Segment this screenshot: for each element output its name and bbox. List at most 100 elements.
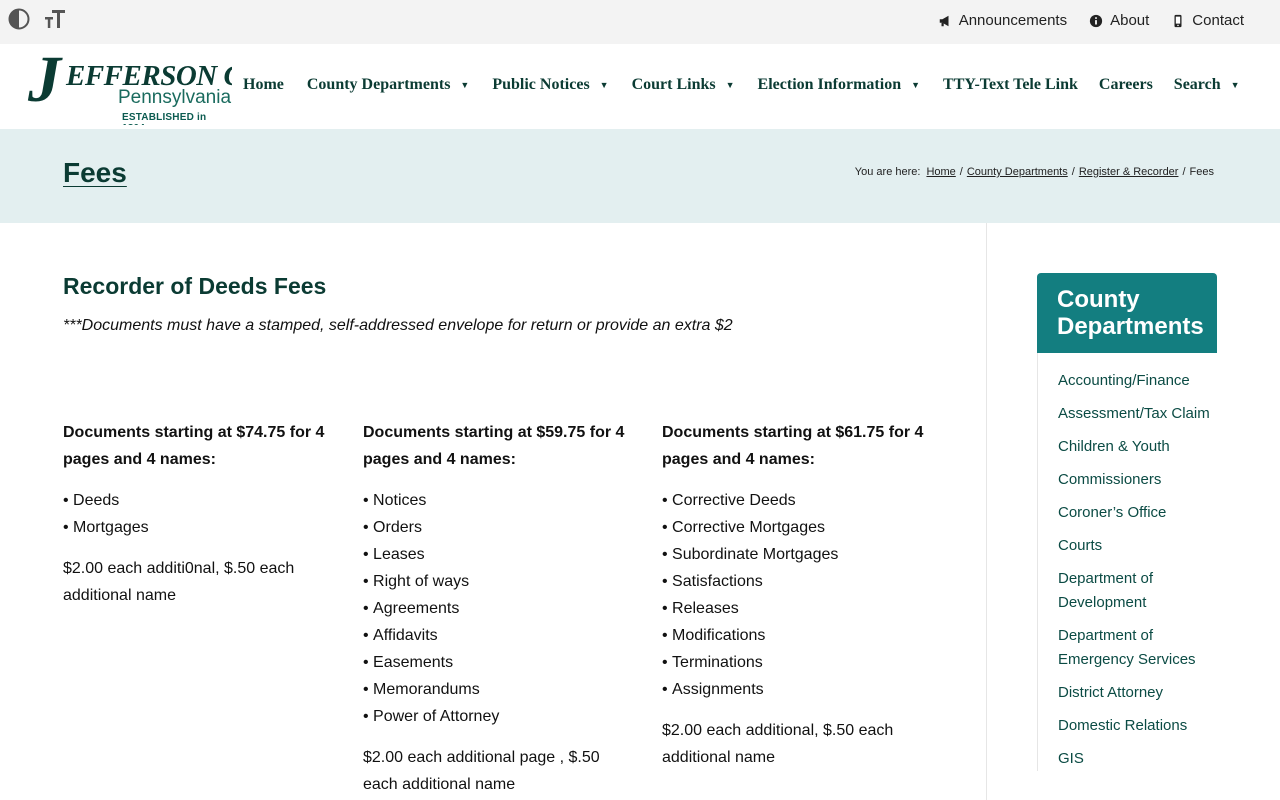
fee-column-3: Documents starting at $61.75 for 4 pages… — [662, 419, 932, 771]
sidebar-item-children-youth[interactable]: Children & Youth — [1058, 435, 1217, 459]
sidebar-item-department-of-emergency-services[interactable]: Department of Emergency Services — [1058, 624, 1217, 672]
announcements-link[interactable]: Announcements — [938, 12, 1067, 29]
contact-label: Contact — [1192, 12, 1244, 29]
site-logo[interactable]: J EFFERSON COUNTY Pennsylvania ESTABLISH… — [26, 51, 232, 125]
nav-item-label: TTY-Text Tele Link — [943, 76, 1078, 93]
caret-down-icon: ▼ — [599, 80, 609, 90]
nav-item-home[interactable]: Home — [243, 76, 284, 94]
fee-document-list: Deeds Mortgages — [63, 487, 333, 541]
main-nav: Home County Departments ▼ Public Notices… — [243, 76, 1240, 94]
list-item: Power of Attorney — [363, 703, 633, 730]
nav-item-election-information[interactable]: Election Information ▼ — [758, 76, 920, 94]
breadcrumb: You are here: Home / County Departments … — [855, 166, 1214, 178]
caret-down-icon: ▼ — [725, 80, 735, 90]
fee-column-footer: $2.00 each additi0nal, $.50 each additio… — [63, 560, 295, 604]
nav-item-label: Public Notices — [492, 76, 590, 93]
fee-column-2: Documents starting at $59.75 for 4 pages… — [363, 419, 633, 798]
list-item: Modifications — [662, 622, 932, 649]
nav-item-label: Election Information — [757, 76, 902, 93]
sidebar-item-department-of-development[interactable]: Department of Development — [1058, 567, 1217, 615]
accessibility-tools — [6, 6, 68, 32]
breadcrumb-current: Fees — [1189, 166, 1214, 178]
text-size-button[interactable] — [42, 6, 68, 32]
sidebar: County Departments Accounting/Finance As… — [1037, 273, 1217, 780]
sidebar-item-domestic-relations[interactable]: Domestic Relations — [1058, 714, 1217, 738]
text-size-icon — [45, 10, 65, 28]
nav-item-label: Home — [243, 76, 284, 93]
list-item: Affidavits — [363, 622, 633, 649]
breadcrumb-county-departments-link[interactable]: County Departments — [967, 166, 1068, 178]
logo-initial: J — [28, 51, 61, 116]
sidebar-item-commissioners[interactable]: Commissioners — [1058, 468, 1217, 492]
list-item: Leases — [363, 541, 633, 568]
nav-item-public-notices[interactable]: Public Notices ▼ — [492, 76, 608, 94]
breadcrumb-prefix: You are here: — [854, 166, 921, 178]
utility-bar: Announcements About Contact — [0, 0, 1280, 44]
sidebar-list: Accounting/Finance Assessment/Tax Claim … — [1037, 353, 1217, 771]
nav-item-county-departments[interactable]: County Departments ▼ — [307, 76, 469, 94]
breadcrumb-separator: / — [959, 166, 963, 178]
nav-item-court-links[interactable]: Court Links ▼ — [632, 76, 735, 94]
breadcrumb-home-link[interactable]: Home — [926, 166, 955, 178]
envelope-note: ***Documents must have a stamped, self-a… — [63, 317, 733, 334]
breadcrumb-register-recorder-link[interactable]: Register & Recorder — [1079, 166, 1179, 178]
utility-links: Announcements About Contact — [938, 12, 1244, 29]
info-icon — [1089, 14, 1103, 27]
caret-down-icon: ▼ — [1230, 80, 1240, 90]
fee-document-list: Notices Orders Leases Right of ways Agre… — [363, 487, 633, 730]
fee-column-footer: $2.00 each additional, $.50 each additio… — [662, 722, 894, 766]
sidebar-item-coroners-office[interactable]: Coroner’s Office — [1058, 501, 1217, 525]
caret-down-icon: ▼ — [460, 80, 470, 90]
fee-document-list: Corrective Deeds Corrective Mortgages Su… — [662, 487, 932, 703]
list-item: Corrective Deeds — [662, 487, 932, 514]
fee-column-heading: Documents starting at $59.75 for 4 pages… — [363, 424, 625, 468]
list-item: Corrective Mortgages — [662, 514, 932, 541]
sidebar-item-accounting-finance[interactable]: Accounting/Finance — [1058, 369, 1217, 393]
announcements-label: Announcements — [958, 12, 1068, 29]
nav-item-label: Search — [1173, 76, 1221, 93]
fee-column-heading: Documents starting at $61.75 for 4 pages… — [662, 424, 924, 468]
page-title: Fees — [63, 157, 127, 188]
sidebar-title: County Departments — [1037, 273, 1217, 353]
title-banner: Fees You are here: Home / County Departm… — [0, 129, 1280, 223]
nav-item-search[interactable]: Search ▼ — [1174, 76, 1240, 94]
nav-item-label: County Departments — [306, 76, 451, 93]
list-item: Assignments — [662, 676, 932, 703]
list-item: Subordinate Mortgages — [662, 541, 932, 568]
nav-item-tty-text-tele-link[interactable]: TTY-Text Tele Link — [943, 76, 1078, 94]
sidebar-item-gis[interactable]: GIS — [1058, 747, 1217, 771]
megaphone-icon — [939, 15, 949, 26]
list-item: Terminations — [662, 649, 932, 676]
list-item: Notices — [363, 487, 633, 514]
list-item: Orders — [363, 514, 633, 541]
caret-down-icon: ▼ — [911, 80, 921, 90]
breadcrumb-separator: / — [1071, 166, 1075, 178]
section-heading: Recorder of Deeds Fees — [63, 273, 327, 299]
logo-state: Pennsylvania — [118, 87, 232, 108]
nav-item-label: Court Links — [631, 76, 716, 93]
sidebar-item-assessment-tax-claim[interactable]: Assessment/Tax Claim — [1058, 402, 1217, 426]
breadcrumb-separator: / — [1182, 166, 1186, 178]
list-item: Memorandums — [363, 676, 633, 703]
fee-column-1: Documents starting at $74.75 for 4 pages… — [63, 419, 333, 609]
sidebar-divider — [986, 223, 987, 800]
nav-item-label: Careers — [1098, 76, 1153, 93]
list-item: Releases — [662, 595, 932, 622]
list-item: Agreements — [363, 595, 633, 622]
list-item: Mortgages — [63, 514, 333, 541]
sidebar-item-courts[interactable]: Courts — [1058, 534, 1217, 558]
about-link[interactable]: About — [1089, 12, 1149, 29]
fee-column-heading: Documents starting at $74.75 for 4 pages… — [63, 424, 325, 468]
nav-item-careers[interactable]: Careers — [1099, 76, 1153, 94]
list-item: Satisfactions — [662, 568, 932, 595]
fee-column-footer: $2.00 each additional page , $.50 each a… — [363, 749, 600, 793]
about-label: About — [1110, 12, 1150, 29]
phone-icon — [1174, 14, 1182, 27]
sidebar-item-district-attorney[interactable]: District Attorney — [1058, 681, 1217, 705]
site-header: J EFFERSON COUNTY Pennsylvania ESTABLISH… — [0, 44, 1280, 129]
contact-link[interactable]: Contact — [1171, 12, 1244, 29]
list-item: Deeds — [63, 487, 333, 514]
contrast-toggle-button[interactable] — [6, 6, 32, 32]
list-item: Easements — [363, 649, 633, 676]
list-item: Right of ways — [363, 568, 633, 595]
